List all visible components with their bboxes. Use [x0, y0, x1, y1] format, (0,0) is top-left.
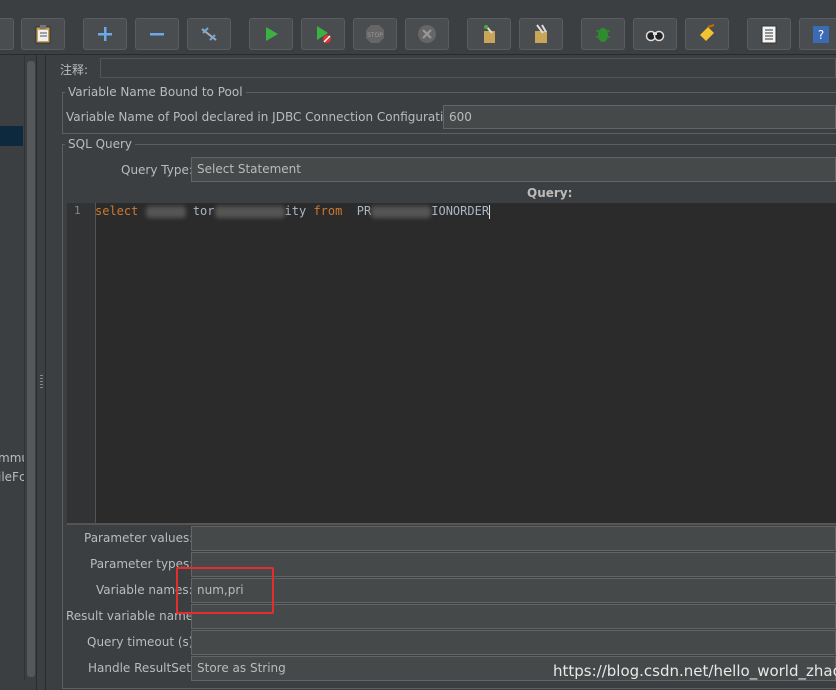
text-caret	[489, 204, 491, 219]
search-button[interactable]	[633, 18, 677, 50]
reset-search-button[interactable]	[685, 18, 729, 50]
handle-resultset-label: Handle ResultSet:	[88, 661, 195, 675]
svg-text:?: ?	[818, 28, 824, 42]
pool-name-label: Variable Name of Pool declared in JDBC C…	[66, 110, 463, 124]
toggle-icon	[201, 27, 217, 41]
parameter-values-field[interactable]	[191, 526, 836, 551]
help-icon: ?	[813, 26, 829, 43]
start-no-pauses-icon	[317, 26, 331, 43]
parameter-types-field[interactable]	[191, 552, 836, 577]
panel-splitter[interactable]	[36, 55, 46, 690]
shutdown-button[interactable]	[405, 18, 449, 50]
sql-fragment: ity	[284, 204, 307, 218]
stop-button[interactable]: STOP	[353, 18, 397, 50]
start-button[interactable]	[249, 18, 293, 50]
line-number: 1	[74, 204, 81, 217]
help-button[interactable]: ?	[799, 18, 836, 50]
remove-icon	[150, 33, 164, 36]
svg-text:STOP: STOP	[367, 32, 383, 39]
clear-button[interactable]	[467, 18, 511, 50]
query-timeout-label: Query timeout (s):	[87, 635, 198, 649]
sql-fragment: tor	[192, 204, 215, 218]
sql-keyword: select	[95, 204, 139, 218]
start-icon	[266, 27, 278, 41]
new-icon	[0, 23, 3, 45]
paste-button[interactable]	[21, 18, 65, 50]
sql-keyword: from	[313, 204, 343, 218]
remove-button[interactable]	[135, 18, 179, 50]
watermark: https://blog.csdn.net/hello_world_zhao	[553, 662, 836, 680]
add-button[interactable]	[83, 18, 127, 50]
search-icon	[645, 30, 665, 42]
sql-fragment: PR	[356, 204, 372, 218]
new-button[interactable]	[0, 18, 14, 50]
redacted-text	[214, 205, 285, 218]
toggle-button[interactable]	[187, 18, 231, 50]
parameter-values-label: Parameter values:	[84, 531, 194, 545]
query-label: Query:	[527, 186, 573, 200]
sql-code-line[interactable]: select tor ity from PR IONORDER	[95, 204, 491, 219]
redacted-text	[145, 205, 186, 218]
jdbc-request-panel: 注释: Variable Name Bound to Pool Variable…	[52, 55, 836, 690]
editor-gutter: 1	[67, 203, 96, 523]
sql-section-title: SQL Query	[65, 137, 136, 151]
query-type-label: Query Type:	[121, 163, 193, 177]
editor-divider	[67, 523, 836, 525]
tree-selected-item[interactable]	[0, 126, 23, 146]
log-viewer-icon	[761, 25, 777, 44]
sql-fragment: IONORDER	[431, 204, 490, 218]
sql-editor[interactable]: 1 select tor ity from PR IONORDER	[67, 203, 836, 523]
redacted-text	[371, 205, 432, 218]
reset-search-icon	[700, 24, 715, 41]
function-helper-icon	[596, 28, 610, 42]
shutdown-icon	[418, 25, 436, 43]
clear-icon	[484, 25, 495, 43]
function-helper-button[interactable]	[581, 18, 625, 50]
toolbar: STOP ?	[0, 0, 836, 55]
clear-all-button[interactable]	[519, 18, 563, 50]
stop-icon: STOP	[366, 25, 384, 43]
result-variable-field[interactable]	[191, 604, 836, 629]
start-no-pauses-button[interactable]	[301, 18, 345, 50]
splitter-grip-icon	[40, 375, 43, 389]
highlight-box	[176, 567, 274, 614]
query-timeout-field[interactable]	[191, 630, 836, 655]
query-type-select[interactable]: Select Statement	[191, 157, 836, 182]
clipboard-icon	[35, 25, 51, 44]
pool-name-field[interactable]: 600	[443, 105, 836, 129]
tree-item[interactable]: ileFc	[0, 470, 26, 484]
log-viewer-button[interactable]	[747, 18, 791, 50]
comment-field[interactable]	[100, 58, 836, 78]
comment-label: 注释:	[60, 63, 89, 77]
add-icon	[98, 27, 112, 41]
clear-all-icon	[535, 24, 547, 43]
variable-names-field[interactable]: num,pri	[191, 578, 836, 603]
scrollbar-thumb[interactable]	[27, 61, 35, 677]
pool-section-title: Variable Name Bound to Pool	[65, 85, 246, 99]
